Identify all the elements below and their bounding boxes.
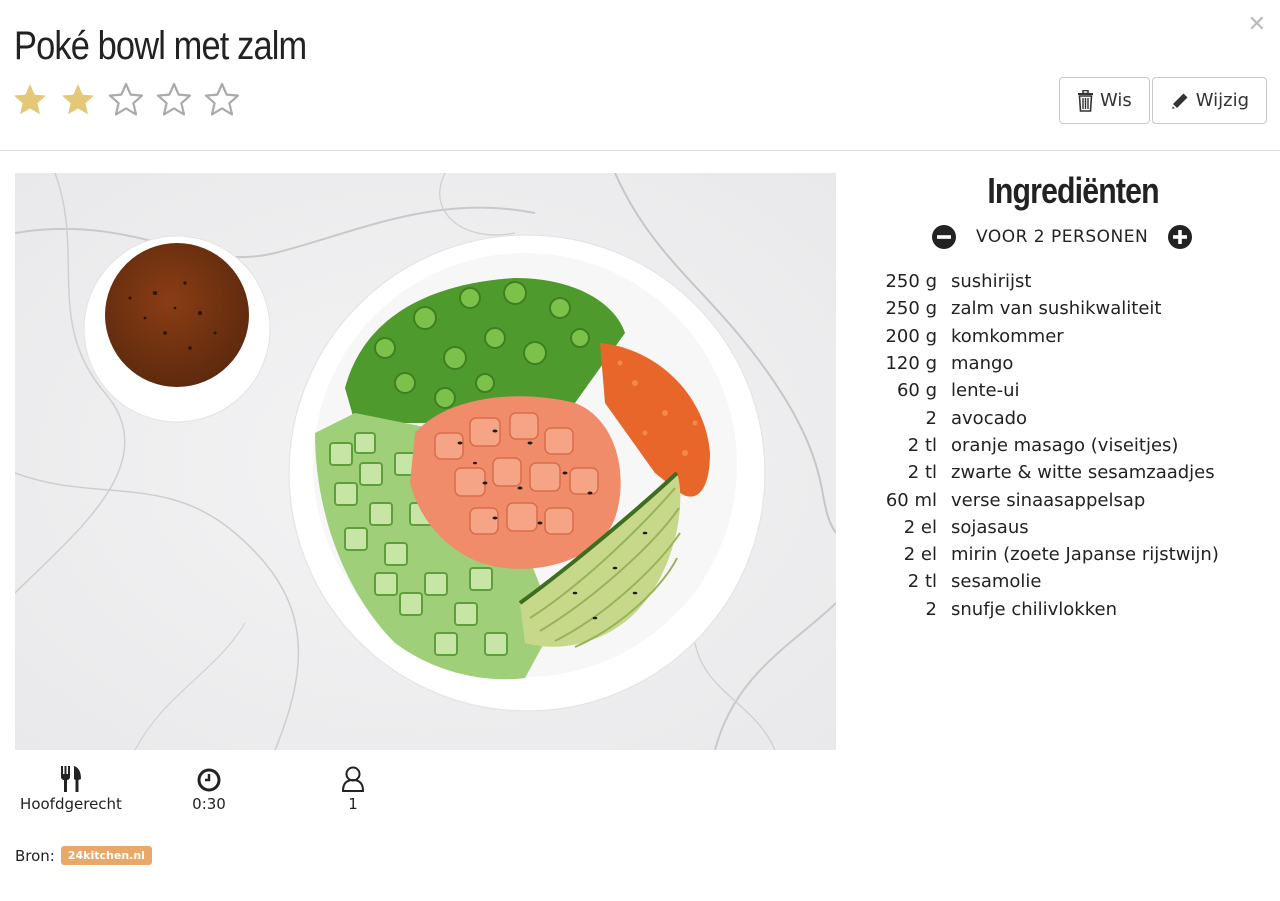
servings-label: VOOR 2 PERSONEN bbox=[976, 227, 1149, 247]
persons-value: 1 bbox=[348, 795, 358, 813]
user-icon bbox=[333, 764, 373, 792]
ingredient-row: 2 tl sesamolie bbox=[870, 568, 1280, 595]
star-empty-icon[interactable] bbox=[108, 80, 156, 124]
ingredient-row: 60 ml verse sinaasappelsap bbox=[870, 486, 1280, 513]
ingredient-row: 2 tl zwarte & witte sesamzaadjes bbox=[870, 459, 1280, 486]
header-divider bbox=[0, 150, 1280, 151]
ingredient-qty: 250 g bbox=[885, 298, 937, 320]
pencil-icon bbox=[1170, 91, 1190, 111]
ingredient-name: oranje masago (viseitjes) bbox=[951, 434, 1179, 456]
ingredient-row: 2 el sojasaus bbox=[870, 514, 1280, 541]
recipe-source: Bron: 24kitchen.nl bbox=[15, 846, 152, 865]
recipe-meta: Hoofdgerecht 0:30 1 bbox=[15, 764, 435, 824]
source-badge[interactable]: 24kitchen.nl bbox=[60, 846, 152, 865]
ingredient-list: 250 g sushirijst 250 g zalm van sushikwalit… bbox=[870, 268, 1280, 623]
ingredient-name: sushirijst bbox=[951, 271, 1032, 293]
cutlery-icon bbox=[15, 764, 127, 792]
edit-button-label: Wijzig bbox=[1195, 90, 1249, 111]
ingredient-qty: 2 tl bbox=[907, 462, 937, 484]
star-filled-icon[interactable] bbox=[12, 80, 60, 124]
ingredient-row: 2 avocado bbox=[870, 404, 1280, 431]
ingredient-qty: 2 tl bbox=[907, 571, 937, 593]
ingredient-qty: 2 bbox=[925, 598, 937, 620]
ingredient-name: mirin (zoete Japanse rijstwijn) bbox=[951, 544, 1219, 566]
source-label: Bron: bbox=[15, 846, 55, 865]
ingredient-qty: 2 el bbox=[903, 544, 937, 566]
ingredient-name: komkommer bbox=[951, 325, 1064, 347]
meta-time: 0:30 bbox=[185, 764, 233, 813]
action-buttons: Wis Wijzig bbox=[1058, 77, 1267, 124]
minus-circle-icon[interactable] bbox=[932, 225, 956, 249]
time-value: 0:30 bbox=[192, 795, 226, 813]
meta-persons: 1 bbox=[333, 764, 373, 813]
ingredient-qty: 60 ml bbox=[885, 489, 937, 511]
close-icon[interactable]: ✕ bbox=[1248, 14, 1266, 36]
category-value: Hoofdgerecht bbox=[20, 795, 122, 813]
ingredient-row: 60 g lente-ui bbox=[870, 377, 1280, 404]
ingredient-name: mango bbox=[951, 353, 1014, 375]
ingredient-row: 200 g komkommer bbox=[870, 323, 1280, 350]
ingredient-name: lente-ui bbox=[951, 380, 1020, 402]
trash-icon bbox=[1077, 89, 1094, 112]
recipe-title: Poké bowl met zalm bbox=[14, 24, 307, 68]
ingredient-name: avocado bbox=[951, 407, 1028, 429]
edit-button[interactable]: Wijzig bbox=[1151, 77, 1267, 124]
ingredient-qty: 2 bbox=[925, 407, 937, 429]
ingredient-row: 250 g zalm van sushikwaliteit bbox=[870, 295, 1280, 322]
clock-icon bbox=[185, 764, 233, 792]
ingredient-row: 2 tl oranje masago (viseitjes) bbox=[870, 432, 1280, 459]
ingredient-name: verse sinaasappelsap bbox=[951, 489, 1146, 511]
ingredient-name: sojasaus bbox=[951, 516, 1029, 538]
ingredients-title: Ingrediënten bbox=[987, 170, 1159, 211]
recipe-photo bbox=[15, 173, 836, 750]
servings-control: VOOR 2 PERSONEN bbox=[932, 225, 1193, 249]
ingredient-qty: 2 el bbox=[903, 516, 937, 538]
plus-circle-icon[interactable] bbox=[1168, 225, 1193, 249]
ingredient-qty: 250 g bbox=[885, 271, 937, 293]
star-rating[interactable] bbox=[12, 80, 252, 124]
star-filled-icon[interactable] bbox=[60, 80, 108, 124]
ingredient-row: 250 g sushirijst bbox=[870, 268, 1280, 295]
ingredient-qty: 60 g bbox=[896, 380, 937, 402]
ingredient-name: snufje chilivlokken bbox=[951, 598, 1117, 620]
star-empty-icon[interactable] bbox=[204, 80, 252, 124]
delete-button[interactable]: Wis bbox=[1058, 77, 1150, 124]
star-empty-icon[interactable] bbox=[156, 80, 204, 124]
ingredient-name: zwarte & witte sesamzaadjes bbox=[951, 462, 1215, 484]
ingredient-qty: 2 tl bbox=[907, 434, 937, 456]
ingredient-row: 2 el mirin (zoete Japanse rijstwijn) bbox=[870, 541, 1280, 568]
meta-category: Hoofdgerecht bbox=[15, 764, 127, 813]
ingredient-qty: 200 g bbox=[885, 325, 937, 347]
ingredient-name: sesamolie bbox=[951, 571, 1042, 593]
delete-button-label: Wis bbox=[1099, 90, 1132, 111]
ingredient-qty: 120 g bbox=[885, 353, 937, 375]
ingredient-row: 120 g mango bbox=[870, 350, 1280, 377]
ingredient-name: zalm van sushikwaliteit bbox=[951, 298, 1162, 320]
ingredient-row: 2 snufje chilivlokken bbox=[870, 596, 1280, 623]
